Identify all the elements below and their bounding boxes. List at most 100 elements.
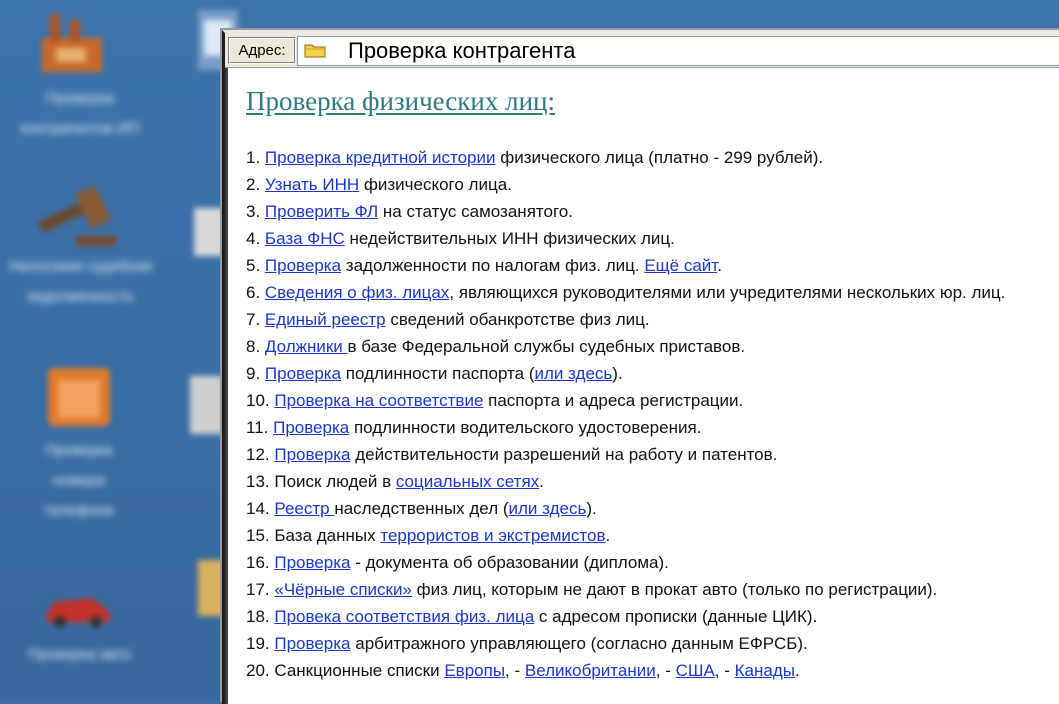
list-item-link[interactable]: Канады [735, 661, 795, 680]
list-item: 15. База данных террористов и экстремист… [246, 522, 1005, 549]
list-item-text: недействительных ИНН физических лиц. [344, 229, 675, 248]
list-item-link[interactable]: Проверка [274, 553, 350, 572]
list-item-text: физического лица. [359, 175, 512, 194]
list-item: 9. Проверка подлинности паспорта (или зд… [246, 360, 1005, 387]
list-item-link[interactable]: Проверить ФЛ [265, 202, 378, 221]
list-item-link[interactable]: Узнать ИНН [265, 175, 359, 194]
address-text[interactable]: Проверка контрагента [348, 39, 575, 63]
page-title[interactable]: Проверка физических лиц: [246, 86, 555, 117]
list-item-link[interactable]: Проверка [274, 445, 350, 464]
list-item: 16. Проверка - документа об образовании … [246, 549, 1005, 576]
list-item-number: 5. [246, 256, 265, 275]
list-item-number: 18. [246, 607, 275, 626]
list-item: 19. Проверка арбитражного управляющего (… [246, 630, 1005, 657]
list-item-link[interactable]: террористов и экстремистов [380, 526, 605, 545]
list-item-link[interactable]: Проверка кредитной истории [265, 148, 496, 167]
list-item-text: ). [612, 364, 623, 383]
list-item-text: . [717, 256, 722, 275]
list-item-number: 8. [246, 337, 265, 356]
list-item-text: Поиск людей в [274, 472, 396, 491]
list-item-text: База данных [274, 526, 381, 545]
folder-icon [304, 44, 326, 58]
list-item-text: действительности разрешений на работу и … [350, 445, 778, 464]
factory-icon[interactable] [36, 8, 116, 80]
list-item: 1. Проверка кредитной истории физическог… [246, 144, 1005, 171]
list-item-number: 7. [246, 310, 265, 329]
list-item: 8. Должники в базе Федеральной службы су… [246, 333, 1005, 360]
list-item-text: , - [714, 661, 735, 680]
list-item-number: 20. [246, 661, 275, 680]
list-item-number: 4. [246, 229, 265, 248]
list-item-link[interactable]: Ещё сайт [644, 256, 717, 275]
address-field[interactable]: Проверка контрагента [297, 36, 1059, 66]
list-item-link[interactable]: База ФНС [265, 229, 345, 248]
list-item-text: - документа об образовании (диплома). [350, 553, 669, 572]
desktop-icon-label: Проверка номера телефона [44, 442, 114, 519]
list-item-link[interactable]: или здесь [534, 364, 612, 383]
list-item-link[interactable]: Проверка [265, 256, 341, 275]
list-item-link[interactable]: Великобритании [525, 661, 656, 680]
list-item-number: 11. [246, 418, 274, 437]
list-item-number: 14. [246, 499, 275, 518]
list-item-number: 6. [246, 283, 265, 302]
list-item-text: . [605, 526, 611, 545]
list-item-text: с адресом прописки (данные ЦИК). [534, 607, 818, 626]
list-item: 10. Проверка на соответствие паспорта и … [246, 387, 1005, 414]
list-item: 4. База ФНС недействительных ИНН физичес… [246, 225, 1005, 252]
list-item: 5. Проверка задолженности по налогам физ… [246, 252, 1005, 279]
browser-window: Адрес: Проверка контрагента Проверка физ… [222, 30, 1059, 704]
list-item-link[interactable]: или здесь [509, 499, 587, 518]
list-item-text: в базе Федеральной службы судебных прист… [347, 337, 746, 356]
car-icon[interactable] [40, 586, 116, 630]
list-item-link[interactable]: Должники [265, 337, 348, 356]
list-item-text: . [539, 472, 544, 491]
list-item-link[interactable]: Проверка на соответствие [274, 391, 483, 410]
address-label: Адрес: [228, 37, 296, 64]
list-item: 13. Поиск людей в социальных сетях. [246, 468, 1005, 495]
list-item-text: сведений обанкротстве физ лиц. [385, 310, 650, 329]
calculator-icon[interactable] [44, 364, 114, 430]
list-item-number: 16. [246, 553, 275, 572]
list-item-number: 1. [246, 148, 265, 167]
list-item-link[interactable]: США [676, 661, 715, 680]
gavel-icon[interactable] [32, 180, 122, 250]
list-item-link[interactable]: Проверка [274, 634, 350, 653]
list-item-number: 2. [246, 175, 265, 194]
list-item-link[interactable]: Европы [444, 661, 505, 680]
list-item-text: подлинности водительского удостоверения. [349, 418, 702, 437]
list-item-link[interactable]: Единый реестр [265, 310, 386, 329]
list-item-number: 10. [246, 391, 275, 410]
list-item-text: паспорта и адреса регистрации. [483, 391, 744, 410]
list-item-text: наследственных дел ( [334, 499, 509, 518]
desktop-icon-label: Проверка контрагентов ИП [21, 90, 139, 137]
list-item-text: подлинности паспорта ( [341, 364, 535, 383]
service-list: 1. Проверка кредитной истории физическог… [246, 144, 1005, 684]
list-item-text: ). [586, 499, 597, 518]
list-item-link[interactable]: Провека соответствия физ. лица [274, 607, 534, 626]
list-item-link[interactable]: Проверка [273, 418, 349, 437]
list-item-text: , - [505, 661, 525, 680]
list-item-text: арбитражного управляющего (согласно данн… [350, 634, 808, 653]
desktop-icon-label: Налоговая судебная задолженность [8, 258, 153, 305]
list-item: 12. Проверка действительности разрешений… [246, 441, 1005, 468]
list-item-text: , являющихся руководителями или учредите… [449, 283, 1006, 302]
list-item-link[interactable]: социальных сетях [396, 472, 539, 491]
list-item-link[interactable]: Сведения о физ. лицах [265, 283, 449, 302]
list-item: 18. Провека соответствия физ. лица с адр… [246, 603, 1005, 630]
address-bar: Адрес: Проверка контрагента [225, 33, 1059, 68]
list-item-text: физического лица (платно - 299 рублей). [495, 148, 824, 167]
list-item-link[interactable]: Реестр [274, 499, 334, 518]
page-content: Проверка физических лиц: 1. Проверка кре… [225, 68, 1059, 704]
list-item-link[interactable]: Проверка [265, 364, 341, 383]
list-item: 14. Реестр наследственных дел (или здесь… [246, 495, 1005, 522]
list-item: 11. Проверка подлинности водительского у… [246, 414, 1005, 441]
desktop-icon-label: Проверка авто [28, 646, 132, 663]
list-item-text: Санкционные списки [274, 661, 445, 680]
list-item-link[interactable]: «Чёрные списки» [274, 580, 412, 599]
list-item: 7. Единый реестр сведений обанкротстве ф… [246, 306, 1005, 333]
list-item-number: 9. [246, 364, 265, 383]
list-item-number: 17. [246, 580, 275, 599]
list-item-text: на статус самозанятого. [378, 202, 573, 221]
list-item-text: задолженности по налогам физ. лиц. [341, 256, 645, 275]
list-item: 6. Сведения о физ. лицах, являющихся рук… [246, 279, 1005, 306]
